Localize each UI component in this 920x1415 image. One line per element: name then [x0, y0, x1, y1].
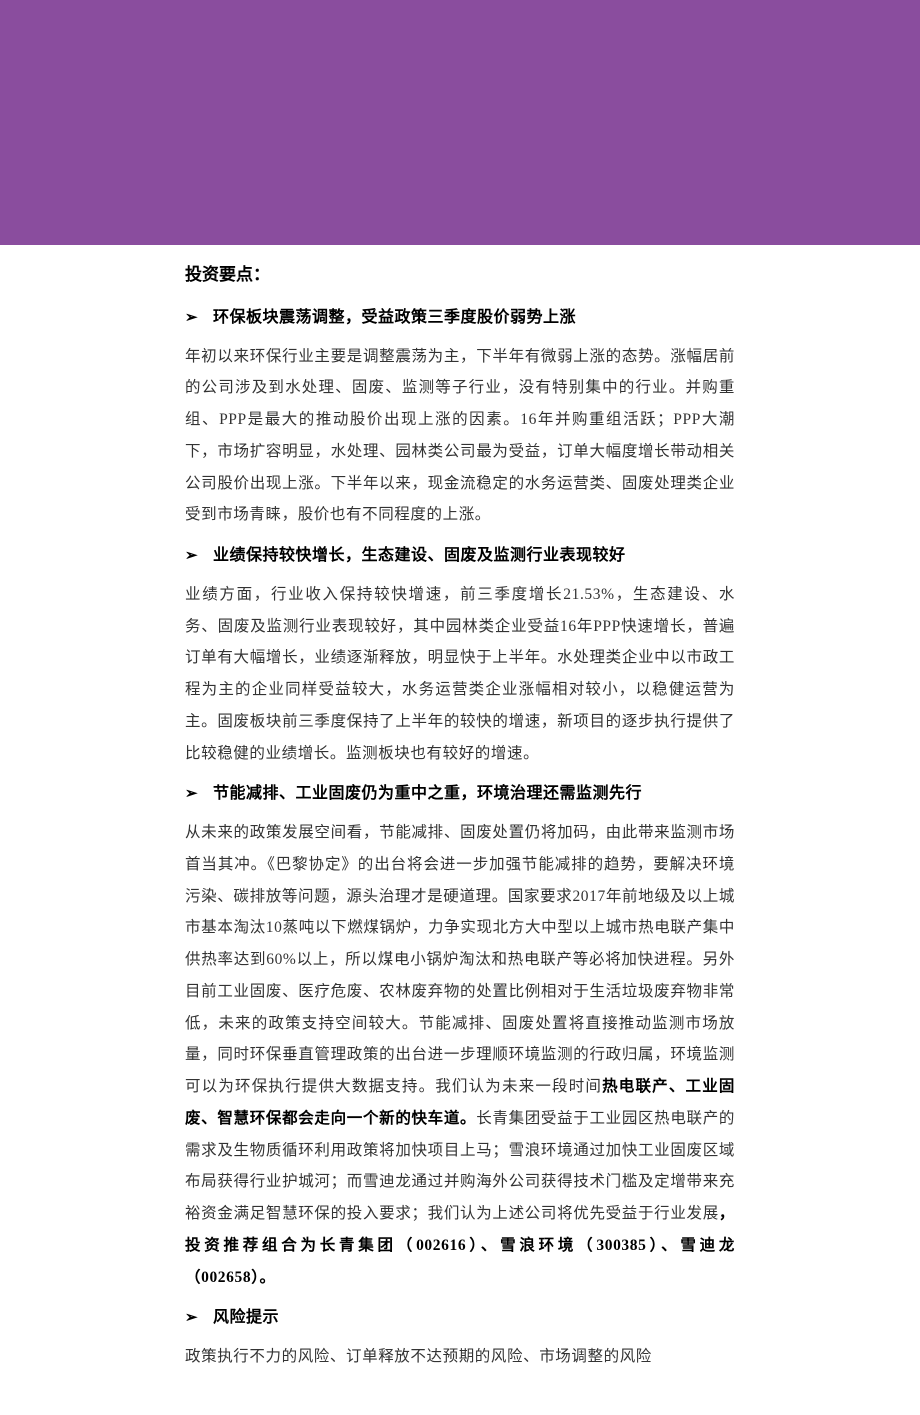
- section-2-heading-row: ➢ 业绩保持较快增长，生态建设、固废及监测行业表现较好: [185, 543, 735, 569]
- section-2-body: 业绩方面，行业收入保持较快增速，前三季度增长21.53%，生态建设、水务、固废及…: [185, 579, 735, 770]
- section-4-body: 政策执行不力的风险、订单释放不达预期的风险、市场调整的风险: [185, 1341, 735, 1373]
- section-3-heading-row: ➢ 节能减排、工业固废仍为重中之重，环境治理还需监测先行: [185, 781, 735, 807]
- section-3-heading: 节能减排、工业固废仍为重中之重，环境治理还需监测先行: [213, 781, 642, 807]
- section-4-heading: 风险提示: [213, 1305, 279, 1331]
- section-3-body-pre: 从未来的政策发展空间看，节能减排、固废处置仍将加码，由此带来监测市场首当其冲。《…: [185, 824, 735, 1095]
- bullet-icon: ➢: [185, 308, 199, 327]
- section-1: ➢ 环保板块震荡调整，受益政策三季度股价弱势上涨 年初以来环保行业主要是调整震荡…: [185, 305, 735, 531]
- bullet-icon: ➢: [185, 1308, 199, 1327]
- section-1-body: 年初以来环保行业主要是调整震荡为主，下半年有微弱上涨的态势。涨幅居前的公司涉及到…: [185, 341, 735, 532]
- header-banner: [0, 0, 920, 245]
- section-1-heading-row: ➢ 环保板块震荡调整，受益政策三季度股价弱势上涨: [185, 305, 735, 331]
- report-content: 投资要点： ➢ 环保板块震荡调整，受益政策三季度股价弱势上涨 年初以来环保行业主…: [0, 245, 920, 1415]
- section-2-heading: 业绩保持较快增长，生态建设、固废及监测行业表现较好: [213, 543, 626, 569]
- section-4-heading-row: ➢ 风险提示: [185, 1305, 735, 1331]
- main-title: 投资要点：: [185, 260, 735, 285]
- section-2: ➢ 业绩保持较快增长，生态建设、固废及监测行业表现较好 业绩方面，行业收入保持较…: [185, 543, 735, 769]
- section-3-body: 从未来的政策发展空间看，节能减排、固废处置仍将加码，由此带来监测市场首当其冲。《…: [185, 817, 735, 1293]
- section-4: ➢ 风险提示 政策执行不力的风险、订单释放不达预期的风险、市场调整的风险: [185, 1305, 735, 1372]
- section-1-heading: 环保板块震荡调整，受益政策三季度股价弱势上涨: [213, 305, 576, 331]
- bullet-icon: ➢: [185, 546, 199, 565]
- bullet-icon: ➢: [185, 784, 199, 803]
- section-3: ➢ 节能减排、工业固废仍为重中之重，环境治理还需监测先行 从未来的政策发展空间看…: [185, 781, 735, 1293]
